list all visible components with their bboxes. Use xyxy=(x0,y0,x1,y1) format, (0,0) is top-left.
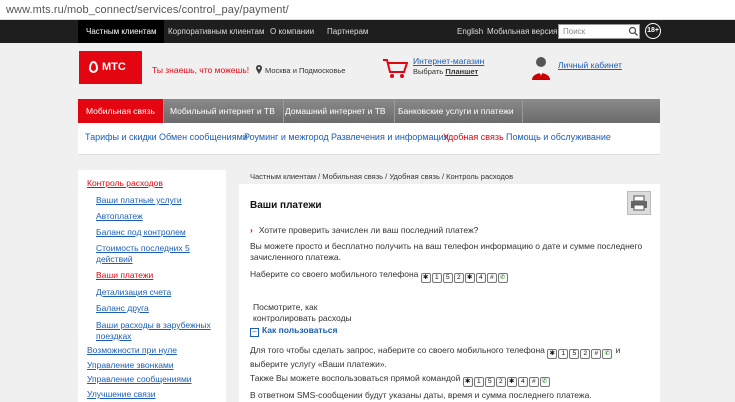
subnav-help[interactable]: Помощь и обслуживание xyxy=(506,132,611,142)
mts-logo[interactable]: МТС xyxy=(79,51,142,84)
tab-mobile[interactable]: Мобильная связь xyxy=(78,99,164,123)
content-panel: Ваши платежи › Хотите проверить зачислен … xyxy=(239,184,660,402)
ussd-code-2: ✱ 1 5 2 # ✆ xyxy=(547,347,613,359)
printer-icon xyxy=(631,195,647,211)
topnav-item-about[interactable]: О компании xyxy=(270,20,314,43)
search-icon[interactable] xyxy=(627,24,640,39)
intro-text: Вы можете просто и бесплатно получить на… xyxy=(250,241,643,262)
topnav-item-partners[interactable]: Партнерам xyxy=(327,20,368,43)
keypad-key: # xyxy=(486,273,497,283)
subnav-tariffs[interactable]: Тарифы и скидки xyxy=(85,132,157,142)
keypad-key: # xyxy=(528,377,539,387)
sidebar-item-expense-control[interactable]: Контроль расходов xyxy=(87,178,163,189)
keypad-key: ✱ xyxy=(547,349,558,359)
location-pin-icon xyxy=(256,65,262,74)
sidebar-item-balance-control[interactable]: Баланс под контролем xyxy=(96,227,186,238)
keypad-key: 5 xyxy=(442,273,453,283)
keypad-key: ✆ xyxy=(539,377,550,387)
subnav-convenient[interactable]: Удобная связь xyxy=(443,132,504,142)
breadcrumb[interactable]: Частным клиентам / Мобильная связь / Удо… xyxy=(250,172,513,181)
tab-mobile-internet[interactable]: Мобильный интернет и ТВ xyxy=(162,99,284,123)
ussd-code-1: ✱ 1 5 2 ✱ 4 # ✆ xyxy=(420,271,509,283)
slogan: Ты знаешь, что можешь! xyxy=(152,65,250,75)
page-title: Ваши платежи xyxy=(250,200,322,211)
request-paragraph: Для того чтобы сделать запрос, наберите … xyxy=(250,345,650,370)
top-nav: Частным клиентам Корпоративным клиентам … xyxy=(0,20,735,43)
user-icon[interactable] xyxy=(530,55,552,81)
question-line: › Хотите проверить зачислен ли ваш послед… xyxy=(250,225,478,236)
sidebar-item-abroad[interactable]: Ваши расходы в зарубежных поездках xyxy=(96,320,222,341)
ussd-code-3: ✱ 1 5 2 ✱ 4 # ✆ xyxy=(462,375,551,387)
sub-nav: Тарифы и скидки Обмен сообщениями Роумин… xyxy=(78,123,660,155)
region-text: Москва и Подмосковье xyxy=(265,66,346,75)
sidebar-item-payments[interactable]: Ваши платежи xyxy=(96,270,153,281)
tab-banking[interactable]: Банковские услуги и платежи xyxy=(390,99,523,123)
tablet-link[interactable]: Планшет xyxy=(445,67,478,76)
subnav-messaging[interactable]: Обмен сообщениями xyxy=(159,132,248,142)
keypad-key: 1 xyxy=(473,377,484,387)
keypad-key: 1 xyxy=(431,273,442,283)
keypad-key: 5 xyxy=(484,377,495,387)
shop-subline: Выбрать Планшет xyxy=(413,67,478,76)
subnav-entertainment[interactable]: Развлечения и информация xyxy=(331,132,449,142)
topnav-item-private[interactable]: Частным клиентам xyxy=(78,20,165,43)
cart-icon[interactable] xyxy=(382,58,408,80)
collapse-icon: – xyxy=(250,328,259,337)
question-text: Хотите проверить зачислен ли ваш последн… xyxy=(258,225,479,235)
cabinet-link[interactable]: Личный кабинет xyxy=(558,60,622,70)
how-to-use-link[interactable]: Как пользоваться xyxy=(262,325,338,335)
egg-icon xyxy=(89,61,98,73)
sidebar-item-zero-balance[interactable]: Возможности при нуле xyxy=(87,345,177,356)
keypad-key: ✱ xyxy=(506,377,517,387)
tab-home-internet[interactable]: Домашний интернет и ТВ xyxy=(277,99,395,123)
keypad-key: 1 xyxy=(558,349,569,359)
shop-link[interactable]: Интернет-магазин xyxy=(413,56,484,66)
dial-line-1: Наберите со своего мобильного телефона ✱… xyxy=(250,269,509,283)
sidebar-item-paid-services[interactable]: Ваши платные услуги xyxy=(96,195,182,206)
keypad-key: ✆ xyxy=(497,273,508,283)
also-text: Также Вы можете воспользоваться прямой к… xyxy=(250,373,461,383)
keypad-key: 2 xyxy=(580,349,591,359)
see-how-text: Посмотрите, как контролировать расходы xyxy=(253,302,352,323)
sms-text: В ответном SMS-сообщении будут указаны д… xyxy=(250,390,592,400)
main-nav: Мобильная связь Мобильный интернет и ТВ … xyxy=(78,99,660,123)
keypad-key: 5 xyxy=(569,349,580,359)
url-text[interactable]: www.mts.ru/mob_connect/services/control_… xyxy=(6,4,289,16)
shop-sub-prefix: Выбрать xyxy=(413,67,444,76)
keypad-key: ✆ xyxy=(602,349,613,359)
keypad-key: ✱ xyxy=(462,377,473,387)
keypad-key: 4 xyxy=(475,273,486,283)
sidebar-item-autopay[interactable]: Автоплатеж xyxy=(96,211,143,222)
sidebar-item-friend-balance[interactable]: Баланс друга xyxy=(96,303,149,314)
request-text-3: выберите услугу «Ваши платежи». xyxy=(250,359,387,369)
sidebar-item-details[interactable]: Детализация счета xyxy=(96,287,171,298)
keypad-key: 4 xyxy=(517,377,528,387)
logo-text: МТС xyxy=(102,61,126,73)
topnav-item-corporate[interactable]: Корпоративным клиентам xyxy=(168,20,264,43)
sidebar-item-last-5[interactable]: Стоимость последних 5 действий xyxy=(96,243,196,264)
sidebar-item-signal[interactable]: Улучшение связи xyxy=(87,389,155,400)
dial-prefix: Наберите со своего мобильного телефона xyxy=(250,269,419,279)
print-button[interactable] xyxy=(627,191,651,215)
request-text-2: и xyxy=(615,345,621,355)
region-selector[interactable]: Москва и Подмосковье xyxy=(256,65,345,75)
keypad-key: 2 xyxy=(495,377,506,387)
keypad-key: # xyxy=(591,349,602,359)
also-line: Также Вы можете воспользоваться прямой к… xyxy=(250,373,551,387)
request-text-1: Для того чтобы сделать запрос, наберите … xyxy=(250,345,545,355)
english-link[interactable]: English xyxy=(457,20,483,43)
arrow-icon: › xyxy=(250,225,253,235)
sidebar-item-calls[interactable]: Управление звонками xyxy=(87,360,174,371)
sidebar-item-messages[interactable]: Управление сообщениями xyxy=(87,374,192,385)
address-bar[interactable]: www.mts.ru/mob_connect/services/control_… xyxy=(0,0,735,20)
mobile-version-link[interactable]: Мобильная версия xyxy=(487,20,557,43)
how-to-use-toggle[interactable]: – Как пользоваться xyxy=(250,325,338,337)
subnav-roaming[interactable]: Роуминг и межгород xyxy=(244,132,329,142)
sidebar: Контроль расходов Ваши платные услуги Ав… xyxy=(78,170,226,402)
keypad-key: ✱ xyxy=(464,273,475,283)
age-badge: 18+ xyxy=(645,23,661,39)
keypad-key: 2 xyxy=(453,273,464,283)
keypad-key: ✱ xyxy=(420,273,431,283)
